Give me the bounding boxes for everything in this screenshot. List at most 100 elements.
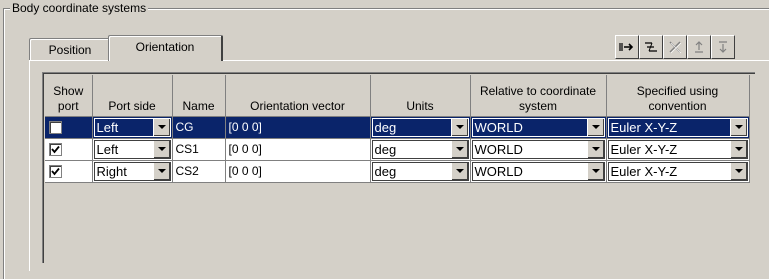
port-side-value: Left xyxy=(96,141,119,157)
orientation-vector-value: [0 0 0] xyxy=(228,142,262,156)
show-port-checkbox[interactable] xyxy=(49,164,62,178)
move-up-icon xyxy=(695,41,703,53)
tab-position-label: Position xyxy=(48,43,92,57)
cell-units: deg xyxy=(370,160,471,183)
units-value: deg xyxy=(374,141,397,157)
checkmark-icon xyxy=(51,145,60,153)
name-value: CG xyxy=(175,120,194,134)
name-value: CS2 xyxy=(175,164,199,178)
chevron-down-icon xyxy=(591,124,600,129)
header-units[interactable]: Units xyxy=(370,75,471,117)
units-value: deg xyxy=(374,119,397,135)
header-name[interactable]: Name xyxy=(172,75,226,117)
table-header-row: Show port Port side Name Orientation vec… xyxy=(45,75,750,117)
units-value: deg xyxy=(374,163,397,179)
specified-using-combo[interactable]: Euler X-Y-Z xyxy=(607,139,748,159)
units-dropdown-button[interactable] xyxy=(450,140,468,158)
cell-orientation-vector[interactable]: [0 0 0] xyxy=(225,116,371,139)
add-icon xyxy=(619,43,634,51)
relative-to-value: WORLD xyxy=(474,141,523,157)
header-show-port[interactable]: Show port xyxy=(45,75,93,117)
move-up-button[interactable] xyxy=(687,35,711,59)
delete-icon xyxy=(669,41,682,54)
relative-to-value: WORLD xyxy=(474,119,523,135)
table-row[interactable]: Right CS2 [0 0 0] deg WORLD Euler X-Y-Z xyxy=(45,160,750,183)
checkmark-icon xyxy=(51,167,60,175)
port-side-combo[interactable]: Left xyxy=(93,117,171,137)
header-specified-using[interactable]: Specified using convention xyxy=(606,75,750,117)
header-port-side[interactable]: Port side xyxy=(92,75,173,117)
specified-using-value: Euler X-Y-Z xyxy=(610,163,678,179)
units-dropdown-button[interactable] xyxy=(450,118,468,136)
port-side-dropdown-button[interactable] xyxy=(152,118,170,136)
relative-to-dropdown-button[interactable] xyxy=(586,162,604,180)
specified-using-combo[interactable]: Euler X-Y-Z xyxy=(607,117,748,137)
units-combo[interactable]: deg xyxy=(371,139,469,159)
chevron-down-icon xyxy=(734,146,743,151)
units-combo[interactable]: deg xyxy=(371,161,469,181)
chevron-down-icon xyxy=(734,168,743,173)
port-side-value: Left xyxy=(96,119,119,135)
cell-units: deg xyxy=(370,116,471,139)
cell-name[interactable]: CS2 xyxy=(172,160,226,183)
port-side-value: Right xyxy=(96,163,127,179)
cell-relative-to: WORLD xyxy=(470,160,607,183)
cell-port-side: Left xyxy=(92,116,173,139)
add-button[interactable] xyxy=(615,35,639,59)
tab-position[interactable]: Position xyxy=(29,38,110,61)
name-value: CS1 xyxy=(175,142,199,156)
specified-using-combo[interactable]: Euler X-Y-Z xyxy=(607,161,748,181)
move-down-button[interactable] xyxy=(711,35,735,59)
specified-using-dropdown-button[interactable] xyxy=(729,162,747,180)
relative-to-combo[interactable]: WORLD xyxy=(471,161,605,181)
indent-button[interactable] xyxy=(639,35,663,59)
show-port-checkbox[interactable] xyxy=(49,120,62,134)
chevron-down-icon xyxy=(591,146,600,151)
chevron-down-icon xyxy=(157,146,166,151)
indent-icon xyxy=(645,42,657,52)
show-port-checkbox[interactable] xyxy=(49,142,62,156)
cell-specified-using: Euler X-Y-Z xyxy=(606,138,750,161)
orientation-vector-value: [0 0 0] xyxy=(228,120,262,134)
header-relative-to[interactable]: Relative to coordinate system xyxy=(470,75,607,117)
units-dropdown-button[interactable] xyxy=(450,162,468,180)
relative-to-combo[interactable]: WORLD xyxy=(471,139,605,159)
coordinate-systems-table: Show port Port side Name Orientation vec… xyxy=(45,75,750,183)
header-orientation-vector[interactable]: Orientation vector xyxy=(225,75,371,117)
chevron-down-icon xyxy=(455,146,464,151)
cell-orientation-vector[interactable]: [0 0 0] xyxy=(225,160,371,183)
tab-orientation-label: Orientation xyxy=(135,40,195,54)
cell-specified-using: Euler X-Y-Z xyxy=(606,116,750,139)
specified-using-value: Euler X-Y-Z xyxy=(610,141,678,157)
port-side-combo[interactable]: Right xyxy=(93,161,171,181)
table-row[interactable]: Left CG [0 0 0] deg WORLD Euler X-Y-Z xyxy=(45,116,750,139)
tab-orientation[interactable]: Orientation xyxy=(108,35,223,61)
units-combo[interactable]: deg xyxy=(371,117,469,137)
chevron-down-icon xyxy=(455,168,464,173)
cell-name[interactable]: CS1 xyxy=(172,138,226,161)
chevron-down-icon xyxy=(157,168,166,173)
port-side-dropdown-button[interactable] xyxy=(152,140,170,158)
cell-port-side: Right xyxy=(92,160,173,183)
cell-show-port xyxy=(45,138,93,161)
cell-name[interactable]: CG xyxy=(172,116,226,139)
cell-orientation-vector[interactable]: [0 0 0] xyxy=(225,138,371,161)
relative-to-value: WORLD xyxy=(474,163,523,179)
cell-specified-using: Euler X-Y-Z xyxy=(606,160,750,183)
delete-button[interactable] xyxy=(663,35,687,59)
port-side-dropdown-button[interactable] xyxy=(152,162,170,180)
relative-to-dropdown-button[interactable] xyxy=(586,118,604,136)
chevron-down-icon xyxy=(591,168,600,173)
specified-using-dropdown-button[interactable] xyxy=(729,140,747,158)
coordinate-systems-grid: Show port Port side Name Orientation vec… xyxy=(42,72,755,263)
relative-to-dropdown-button[interactable] xyxy=(586,140,604,158)
port-side-combo[interactable]: Left xyxy=(93,139,171,159)
relative-to-combo[interactable]: WORLD xyxy=(471,117,605,137)
table-row[interactable]: Left CS1 [0 0 0] deg WORLD Euler X-Y-Z xyxy=(45,138,750,161)
specified-using-dropdown-button[interactable] xyxy=(729,118,747,136)
cell-port-side: Left xyxy=(92,138,173,161)
cell-relative-to: WORLD xyxy=(470,116,607,139)
cell-show-port xyxy=(45,116,93,139)
group-title: Body coordinate systems xyxy=(10,1,149,15)
cell-units: deg xyxy=(370,138,471,161)
